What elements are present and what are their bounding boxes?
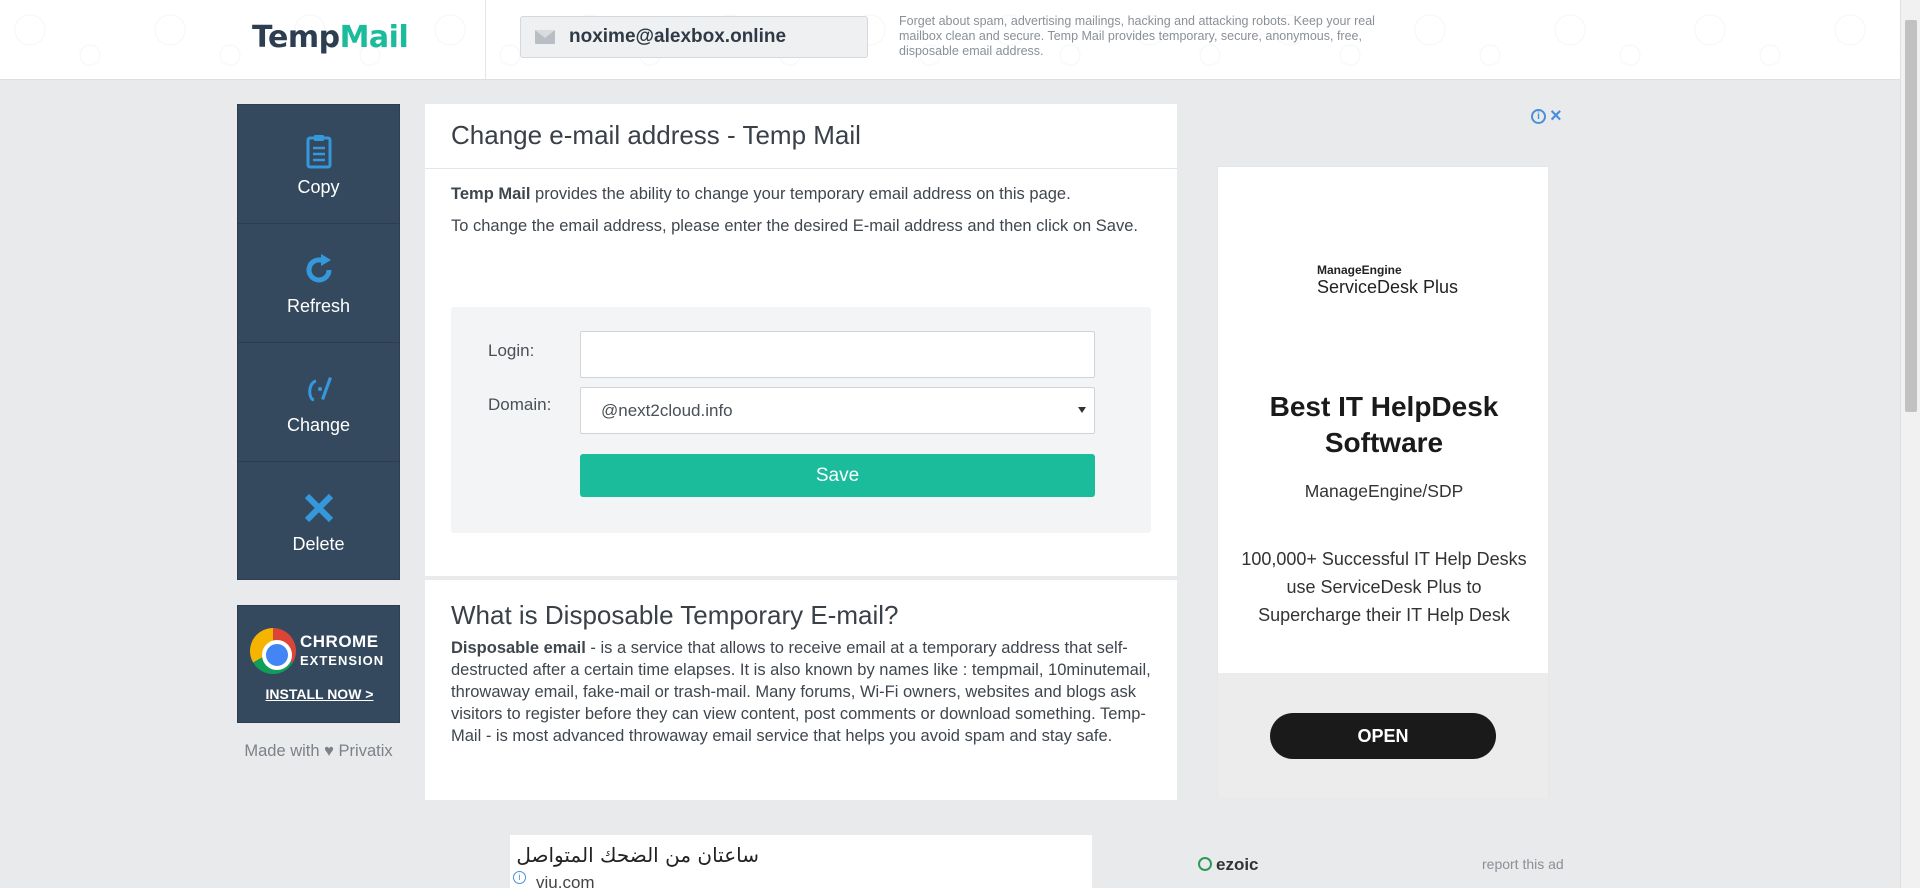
- change-button[interactable]: Change: [238, 343, 399, 462]
- report-ad-link[interactable]: report this ad: [1482, 856, 1564, 872]
- copy-button[interactable]: Copy: [238, 105, 399, 224]
- save-button[interactable]: Save: [580, 454, 1095, 497]
- delete-button[interactable]: Delete: [238, 462, 399, 581]
- ad-headline[interactable]: Best IT HelpDesk Software: [1218, 389, 1550, 461]
- copy-label: Copy: [297, 176, 340, 197]
- ad-product-name: ServiceDesk Plus: [1317, 277, 1459, 297]
- bottom-ad[interactable]: ساعتان من الضحك المتواصل i viu.com: [510, 835, 1092, 888]
- intro-text: Temp Mail provides the ability to change…: [425, 183, 1177, 237]
- chrome-title: CHROME: [300, 632, 379, 651]
- what-is-body: Disposable email - is a service that all…: [425, 637, 1177, 747]
- ad-controls: i ×: [1531, 106, 1567, 126]
- logo-area: TempMail: [0, 0, 486, 79]
- ad-body-text: 100,000+ Successful IT Help Desks use Se…: [1241, 549, 1527, 625]
- bottom-ad-site: viu.com: [536, 873, 595, 888]
- change-email-card: Change e-mail address - Temp Mail Temp M…: [425, 104, 1177, 576]
- login-input[interactable]: [580, 331, 1095, 378]
- edit-icon: [307, 376, 332, 401]
- ad-info-icon[interactable]: i: [1531, 108, 1546, 124]
- clipboard-icon: [306, 134, 331, 168]
- chrome-install-link[interactable]: INSTALL NOW >: [238, 686, 401, 702]
- chrome-logo-icon: [250, 628, 296, 674]
- domain-value: @next2cloud.info: [601, 400, 733, 420]
- ad-footer: OPEN: [1218, 673, 1548, 798]
- login-label: Login:: [488, 341, 535, 360]
- ezoic-logo[interactable]: ezoic: [1198, 855, 1259, 875]
- ezoic-icon: [1198, 857, 1212, 871]
- intro-rest: provides the ability to change your temp…: [530, 185, 1071, 203]
- what-is-bold: Disposable email: [451, 639, 586, 657]
- refresh-label: Refresh: [286, 295, 351, 316]
- what-is-card: What is Disposable Temporary E-mail? Dis…: [425, 580, 1177, 800]
- ad-brand-name: ManageEngine: [1317, 263, 1402, 277]
- ad-domain: ManageEngine/SDP: [1304, 481, 1464, 501]
- current-email-address[interactable]: noxime@alexbox.online: [569, 26, 786, 48]
- made-with-credit[interactable]: Made with ♥ Privatix: [237, 742, 400, 761]
- delete-label: Delete: [292, 534, 345, 554]
- header-description: Forget about spam, advertising mailings,…: [899, 14, 1375, 58]
- page-scrollbar[interactable]: [1900, 0, 1920, 888]
- change-email-form: Login: Domain: @next2cloud.info Save: [451, 307, 1151, 533]
- action-sidebar: Copy Refresh Change Delete: [237, 104, 400, 580]
- current-email-box[interactable]: noxime@alexbox.online: [520, 16, 868, 58]
- close-icon: [304, 493, 333, 523]
- refresh-icon: [306, 253, 331, 282]
- logo-mail: Mail: [339, 20, 409, 55]
- change-label: Change: [286, 414, 351, 435]
- bottom-ad-title[interactable]: ساعتان من الضحك المتواصل: [516, 843, 759, 867]
- envelope-icon: [535, 30, 555, 44]
- ad-open-button[interactable]: OPEN: [1270, 713, 1496, 759]
- scrollbar-thumb[interactable]: [1905, 20, 1917, 412]
- bottom-ad-info-icon[interactable]: i: [513, 871, 526, 884]
- chrome-extension-banner[interactable]: CHROME EXTENSION INSTALL NOW >: [237, 605, 400, 723]
- chevron-down-icon: [1078, 407, 1086, 413]
- page-title: Change e-mail address - Temp Mail: [425, 104, 1177, 169]
- refresh-button[interactable]: Refresh: [238, 224, 399, 343]
- instructions-paragraph: To change the email address, please ente…: [451, 217, 1138, 235]
- sidebar-ad[interactable]: ManageEngine ServiceDesk Plus Best IT He…: [1217, 166, 1549, 798]
- intro-bold: Temp Mail: [451, 185, 531, 203]
- domain-label: Domain:: [488, 395, 552, 414]
- ezoic-label: ezoic: [1216, 855, 1259, 874]
- site-header: TempMail noxime@alexbox.online Forget ab…: [0, 0, 1900, 80]
- what-is-title: What is Disposable Temporary E-mail?: [451, 600, 899, 630]
- logo-temp: Temp: [252, 20, 340, 55]
- intro-paragraph: Temp Mail provides the ability to change…: [451, 183, 1151, 205]
- ad-close-icon[interactable]: ×: [1550, 106, 1562, 126]
- domain-select[interactable]: @next2cloud.info: [580, 387, 1095, 434]
- chrome-subtitle: EXTENSION: [300, 653, 385, 668]
- site-logo[interactable]: TempMail: [252, 20, 409, 55]
